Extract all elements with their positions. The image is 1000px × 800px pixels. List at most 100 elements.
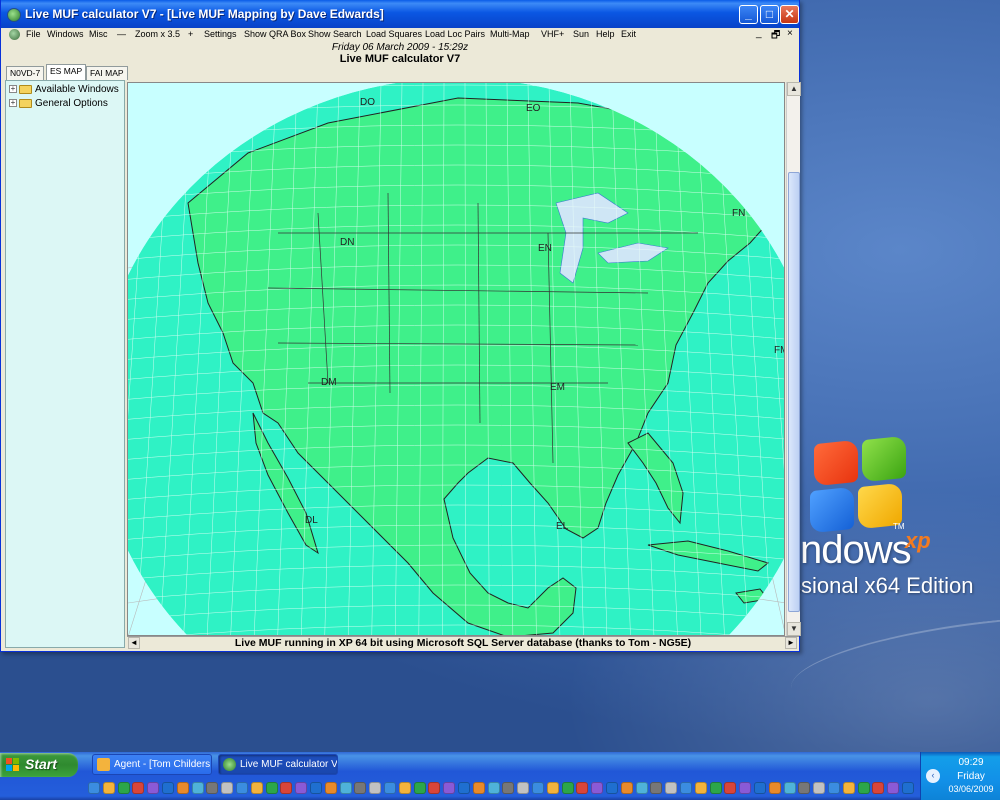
vertical-scrollbar[interactable]: ▲ ▼ [786, 82, 801, 636]
menu-show-search[interactable]: Show Search [308, 29, 362, 39]
quick-launch-app-icon[interactable] [694, 782, 707, 794]
menu-vhf-plus[interactable]: VHF+ [541, 29, 564, 39]
tab-es-map[interactable]: ES MAP [46, 64, 87, 80]
quick-launch-app-icon[interactable] [339, 782, 352, 794]
title-bar[interactable]: Live MUF calculator V7 - [Live MUF Mappi… [1, 0, 799, 28]
mdi-minimize-button[interactable]: _ [756, 28, 762, 39]
menu-exit[interactable]: Exit [621, 29, 636, 39]
quick-launch-app-icon[interactable] [132, 782, 145, 794]
quick-launch-app-icon[interactable] [428, 782, 441, 794]
menu-settings[interactable]: Settings [204, 29, 237, 39]
quick-launch-app-icon[interactable] [147, 782, 160, 794]
quick-launch-app-icon[interactable] [754, 782, 766, 794]
quick-launch-app-icon[interactable] [902, 782, 914, 794]
clock-day[interactable]: Friday [943, 771, 999, 782]
quick-launch-app-icon[interactable] [591, 782, 604, 794]
quick-launch-app-icon[interactable] [576, 782, 589, 794]
quick-launch-app-icon[interactable] [250, 782, 263, 794]
quick-launch-app-icon[interactable] [443, 782, 456, 794]
quick-launch-app-icon[interactable] [532, 782, 544, 794]
quick-launch-app-icon[interactable] [561, 782, 574, 794]
menu-load-squares[interactable]: Load Squares [366, 29, 422, 39]
quick-launch-app-icon[interactable] [828, 782, 840, 794]
quick-launch-app-icon[interactable] [413, 782, 426, 794]
quick-launch-app-icon[interactable] [739, 782, 752, 794]
scroll-thumb[interactable] [788, 172, 800, 612]
quick-launch-app-icon[interactable] [310, 782, 322, 794]
quick-launch-app-icon[interactable] [650, 782, 663, 794]
scroll-right-button[interactable]: ► [785, 637, 797, 649]
menu-gear-icon[interactable] [9, 29, 20, 40]
quick-launch-app-icon[interactable] [117, 782, 130, 794]
quick-launch-app-icon[interactable] [620, 782, 633, 794]
expand-icon[interactable]: + [9, 85, 17, 94]
menu-zoom[interactable]: Zoom x 3.5 [135, 29, 180, 39]
quick-launch-app-icon[interactable] [369, 782, 382, 794]
quick-launch-app-icon[interactable] [487, 782, 500, 794]
show-hidden-icons-button[interactable]: ‹ [926, 769, 940, 783]
quick-launch-app-icon[interactable] [783, 782, 796, 794]
expand-icon[interactable]: + [9, 99, 17, 108]
clock-date[interactable]: 03/06/2009 [943, 784, 999, 794]
quick-launch-app-icon[interactable] [546, 782, 559, 794]
quick-launch-app-icon[interactable] [813, 782, 826, 794]
scroll-left-button[interactable]: ◄ [128, 637, 140, 649]
menu-file[interactable]: File [26, 29, 41, 39]
quick-launch-app-icon[interactable] [842, 782, 855, 794]
menu-zoom-in[interactable]: + [188, 29, 193, 39]
map-canvas[interactable]: DO EO DN EN FN FM DM EM DL EL [128, 83, 785, 636]
scroll-down-button[interactable]: ▼ [787, 622, 801, 636]
quick-launch-app-icon[interactable] [606, 782, 618, 794]
quick-launch-app-icon[interactable] [887, 782, 900, 794]
quick-launch-app-icon[interactable] [458, 782, 470, 794]
clock-time[interactable]: 09:29 [943, 757, 999, 768]
app-globe-icon[interactable] [7, 8, 21, 22]
menu-help[interactable]: Help [596, 29, 615, 39]
taskbar-button-live-muf[interactable]: Live MUF calculator V... [218, 754, 338, 775]
menu-multi-map[interactable]: Multi-Map [490, 29, 530, 39]
quick-launch-app-icon[interactable] [665, 782, 678, 794]
quick-launch-app-icon[interactable] [354, 782, 367, 794]
tab-n0vd-7[interactable]: N0VD-7 [6, 66, 45, 80]
quick-launch-app-icon[interactable] [502, 782, 515, 794]
quick-launch-app-icon[interactable] [798, 782, 811, 794]
quick-launch-app-icon[interactable] [398, 782, 411, 794]
quick-launch-app-icon[interactable] [517, 782, 530, 794]
tab-fai-map[interactable]: FAI MAP [86, 66, 128, 80]
quick-launch-app-icon[interactable] [680, 782, 692, 794]
quick-launch-app-icon[interactable] [635, 782, 648, 794]
maximize-button[interactable]: □ [760, 5, 779, 24]
quick-launch-app-icon[interactable] [88, 782, 100, 794]
quick-launch-app-icon[interactable] [857, 782, 870, 794]
quick-launch-app-icon[interactable] [472, 782, 485, 794]
quick-launch-app-icon[interactable] [206, 782, 219, 794]
menu-windows[interactable]: Windows [47, 29, 84, 39]
muf-map-view[interactable]: DO EO DN EN FN FM DM EM DL EL [127, 82, 785, 636]
quick-launch-app-icon[interactable] [191, 782, 204, 794]
close-button[interactable]: ✕ [780, 5, 799, 24]
menu-sun[interactable]: Sun [573, 29, 589, 39]
quick-launch-app-icon[interactable] [872, 782, 885, 794]
taskbar-button-agent[interactable]: Agent - [Tom Childers... [92, 754, 212, 775]
menu-load-loc-pairs[interactable]: Load Loc Pairs [425, 29, 485, 39]
start-button[interactable]: Start [0, 753, 78, 777]
scroll-up-button[interactable]: ▲ [787, 82, 801, 96]
quick-launch-app-icon[interactable] [102, 782, 115, 794]
quick-launch-app-icon[interactable] [724, 782, 737, 794]
quick-launch-app-icon[interactable] [162, 782, 174, 794]
quick-launch-app-icon[interactable] [280, 782, 293, 794]
quick-launch-app-icon[interactable] [709, 782, 722, 794]
quick-launch-app-icon[interactable] [384, 782, 396, 794]
minimize-button[interactable]: _ [739, 5, 758, 24]
quick-launch-app-icon[interactable] [236, 782, 248, 794]
menu-show-qra-box[interactable]: Show QRA Box [244, 29, 306, 39]
tree-item-available-windows[interactable]: + Available Windows [9, 84, 119, 96]
quick-launch-app-icon[interactable] [265, 782, 278, 794]
tree-item-general-options[interactable]: + General Options [9, 98, 108, 110]
quick-launch-app-icon[interactable] [295, 782, 308, 794]
mdi-close-button[interactable]: × [787, 28, 793, 39]
menu-misc[interactable]: Misc [89, 29, 108, 39]
quick-launch-app-icon[interactable] [324, 782, 337, 794]
quick-launch-app-icon[interactable] [176, 782, 189, 794]
quick-launch-app-icon[interactable] [768, 782, 781, 794]
